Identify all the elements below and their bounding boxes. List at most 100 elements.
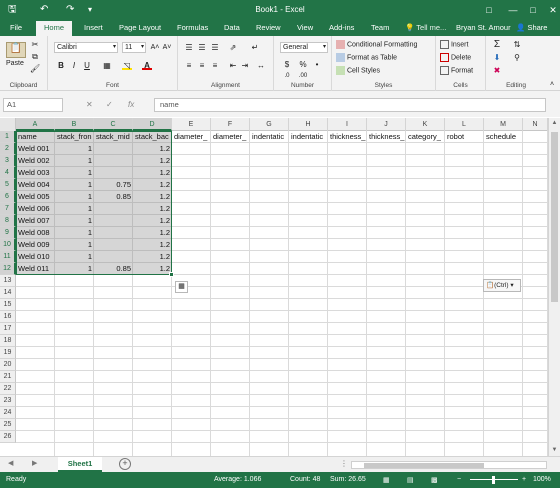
cell-d1[interactable]: stack_bac xyxy=(133,131,172,143)
page-layout-view-icon[interactable]: ▤ xyxy=(407,476,414,484)
scroll-down-icon[interactable]: ▼ xyxy=(549,445,560,455)
quick-analysis-icon[interactable]: ▦ xyxy=(175,281,188,293)
paste-options-button[interactable]: 📋(Ctrl) ▾ xyxy=(483,279,521,292)
cell-d11[interactable]: 1.2 xyxy=(133,251,172,263)
row-header-5[interactable]: 5 xyxy=(0,179,16,191)
middle-align-icon[interactable]: ☰ xyxy=(197,43,207,52)
format-as-table-button[interactable]: Format as Table xyxy=(336,53,397,62)
decrease-indent-icon[interactable]: ⇤ xyxy=(228,61,238,70)
delete-cells-button[interactable]: Delete xyxy=(440,53,471,62)
formula-input[interactable]: name xyxy=(154,98,546,112)
font-size-select[interactable]: 11 ▾ xyxy=(122,42,146,53)
column-header-m[interactable]: M xyxy=(484,118,523,131)
cell-b6[interactable]: 1 xyxy=(55,191,94,203)
tell-me-search[interactable]: 💡 Tell me... xyxy=(405,23,446,32)
italic-button[interactable]: I xyxy=(69,61,79,70)
paste-icon[interactable]: 📋 xyxy=(6,42,26,58)
cell-d4[interactable]: 1.2 xyxy=(133,167,172,179)
orientation-icon[interactable]: ⇗ xyxy=(228,43,238,52)
cell-e1[interactable]: diameter_ xyxy=(172,131,211,143)
row-header-16[interactable]: 16 xyxy=(0,311,16,323)
cell-d10[interactable]: 1.2 xyxy=(133,239,172,251)
percent-button[interactable]: % xyxy=(298,60,308,69)
tab-review[interactable]: Review xyxy=(256,23,281,32)
cell-b2[interactable]: 1 xyxy=(55,143,94,155)
fill-icon[interactable]: ⬇ xyxy=(492,53,502,62)
row-header-8[interactable]: 8 xyxy=(0,215,16,227)
cell-d6[interactable]: 1.2 xyxy=(133,191,172,203)
row-header-26[interactable]: 26 xyxy=(0,431,16,443)
cell-styles-button[interactable]: Cell Styles xyxy=(336,66,380,75)
cell-b4[interactable]: 1 xyxy=(55,167,94,179)
cell-c1[interactable]: stack_mid xyxy=(94,131,133,143)
cell-a11[interactable]: Weld 010 xyxy=(16,251,55,263)
row-header-18[interactable]: 18 xyxy=(0,335,16,347)
tab-view[interactable]: View xyxy=(297,23,313,32)
cell-a8[interactable]: Weld 007 xyxy=(16,215,55,227)
conditional-formatting-button[interactable]: Conditional Formatting xyxy=(336,40,417,49)
cell-l1[interactable]: robot xyxy=(445,131,484,143)
column-header-k[interactable]: K xyxy=(406,118,445,131)
increase-font-icon[interactable]: A˄ xyxy=(150,43,160,52)
row-header-20[interactable]: 20 xyxy=(0,359,16,371)
column-header-e[interactable]: E xyxy=(172,118,211,131)
column-header-n[interactable]: N xyxy=(523,118,548,131)
insert-cells-button[interactable]: Insert xyxy=(440,40,468,49)
font-color-icon[interactable]: A xyxy=(142,61,152,70)
wrap-text-icon[interactable]: ↵ xyxy=(250,43,260,52)
cell-a7[interactable]: Weld 006 xyxy=(16,203,55,215)
user-name[interactable]: Bryan St. Amour xyxy=(456,23,511,32)
cell-a9[interactable]: Weld 008 xyxy=(16,227,55,239)
horizontal-scrollbar[interactable] xyxy=(351,461,547,469)
row-header-11[interactable]: 11 xyxy=(0,251,16,263)
row-header-15[interactable]: 15 xyxy=(0,299,16,311)
cell-b8[interactable]: 1 xyxy=(55,215,94,227)
select-all-button[interactable] xyxy=(0,118,16,131)
fx-icon[interactable]: fx xyxy=(128,98,134,112)
increase-indent-icon[interactable]: ⇥ xyxy=(240,61,250,70)
row-header-1[interactable]: 1 xyxy=(0,131,16,143)
decrease-font-icon[interactable]: A˅ xyxy=(162,43,172,52)
previous-sheet-icon[interactable]: ◀ xyxy=(8,459,13,467)
normal-view-icon[interactable]: ▦ xyxy=(383,476,390,484)
comma-style-button[interactable]: • xyxy=(312,60,322,69)
cell-d8[interactable]: 1.2 xyxy=(133,215,172,227)
top-align-icon[interactable]: ☰ xyxy=(184,43,194,52)
cell-b9[interactable]: 1 xyxy=(55,227,94,239)
row-header-2[interactable]: 2 xyxy=(0,143,16,155)
find-select-icon[interactable]: ⚲ xyxy=(512,53,522,62)
column-header-h[interactable]: H xyxy=(289,118,328,131)
currency-button[interactable]: $ xyxy=(282,60,292,69)
row-header-6[interactable]: 6 xyxy=(0,191,16,203)
format-cells-button[interactable]: Format xyxy=(440,66,473,75)
zoom-in-icon[interactable]: + xyxy=(522,476,526,483)
row-header-25[interactable]: 25 xyxy=(0,419,16,431)
row-header-9[interactable]: 9 xyxy=(0,227,16,239)
tab-team[interactable]: Team xyxy=(371,23,389,32)
column-header-c[interactable]: C xyxy=(94,118,133,131)
name-box[interactable]: A1 xyxy=(3,98,63,112)
cell-a4[interactable]: Weld 003 xyxy=(16,167,55,179)
row-header-21[interactable]: 21 xyxy=(0,371,16,383)
row-header-14[interactable]: 14 xyxy=(0,287,16,299)
share-button[interactable]: 👤 Share xyxy=(516,23,547,32)
align-right-icon[interactable]: ≡ xyxy=(210,61,220,70)
scroll-thumb[interactable] xyxy=(551,132,558,302)
cut-icon[interactable]: ✂ xyxy=(30,40,40,49)
underline-button[interactable]: U xyxy=(82,61,92,70)
column-header-f[interactable]: F xyxy=(211,118,250,131)
cell-c6[interactable]: 0.85 xyxy=(94,191,133,203)
row-header-3[interactable]: 3 xyxy=(0,155,16,167)
cell-b7[interactable]: 1 xyxy=(55,203,94,215)
font-name-select[interactable]: Calibri ▾ xyxy=(54,42,118,53)
cell-b12[interactable]: 1 xyxy=(55,263,94,275)
tab-home[interactable]: Home xyxy=(36,21,73,36)
row-header-23[interactable]: 23 xyxy=(0,395,16,407)
cell-i1[interactable]: thickness_ xyxy=(328,131,367,143)
cell-g1[interactable]: indentatic xyxy=(250,131,289,143)
cell-b10[interactable]: 1 xyxy=(55,239,94,251)
cell-d5[interactable]: 1.2 xyxy=(133,179,172,191)
number-format-select[interactable]: General ▾ xyxy=(280,42,328,53)
row-header-17[interactable]: 17 xyxy=(0,323,16,335)
column-header-l[interactable]: L xyxy=(445,118,484,131)
